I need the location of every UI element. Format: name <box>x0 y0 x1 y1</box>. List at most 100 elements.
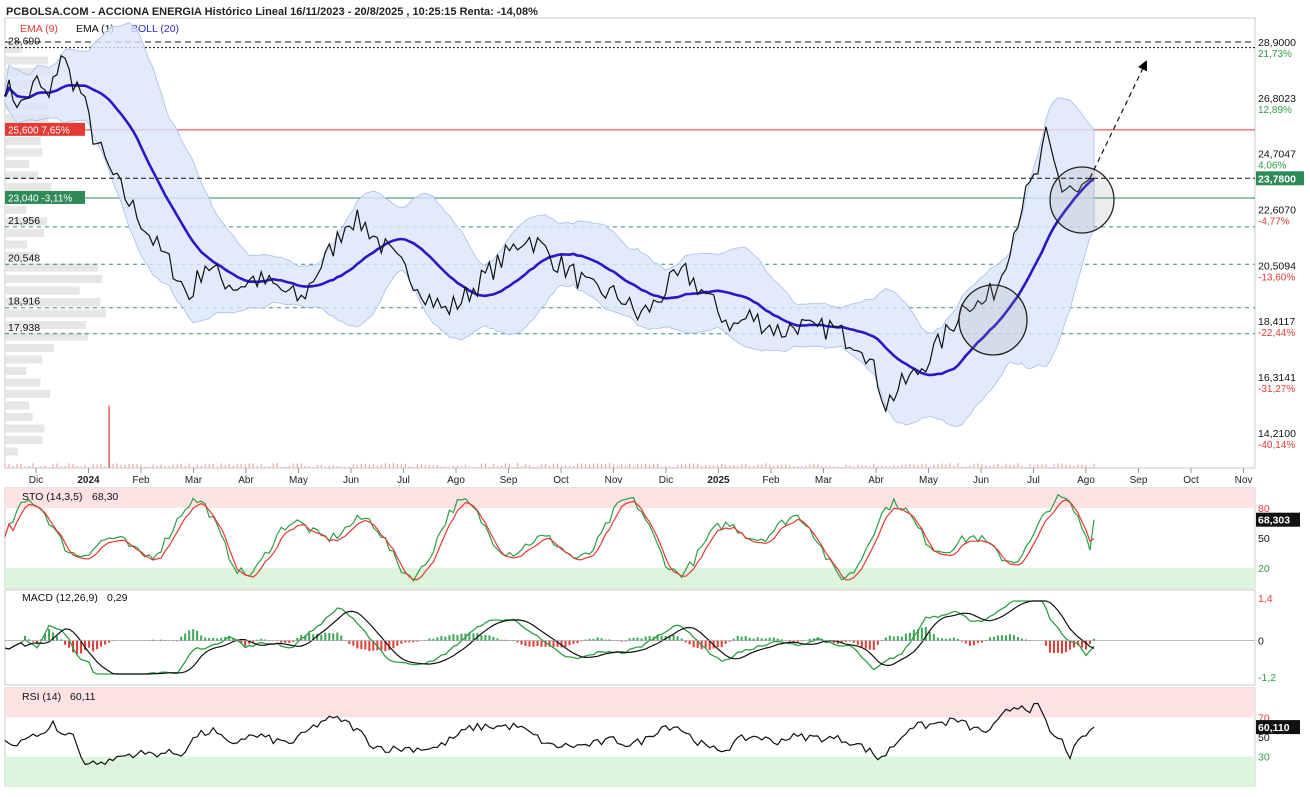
macd-histogram-bar <box>893 637 895 641</box>
level-label: 17,938 <box>8 322 40 334</box>
volume-bar <box>32 463 33 468</box>
volume-bar <box>413 467 414 468</box>
volume-bar <box>1081 465 1082 468</box>
volume-bar <box>513 467 514 468</box>
volume-bar <box>849 465 850 468</box>
volume-bar <box>1017 463 1018 468</box>
volume-bar <box>729 465 730 468</box>
volume-bar <box>705 465 706 468</box>
volume-bar <box>197 464 198 468</box>
macd-histogram-bar <box>689 641 691 645</box>
sto-oversold-zone <box>5 568 1255 588</box>
macd-histogram-bar <box>368 641 370 652</box>
volume-bar <box>733 465 734 468</box>
volume-bar <box>797 466 798 468</box>
rsi-label: RSI (14) <box>22 691 61 703</box>
volume-bar <box>813 464 814 468</box>
volume-profile-bar <box>6 287 80 295</box>
macd-histogram-bar <box>288 641 290 643</box>
price-tick-pct: -31,27% <box>1258 384 1295 395</box>
volume-bar <box>497 466 498 468</box>
volume-bar <box>933 465 934 468</box>
volume-bar <box>329 466 330 468</box>
volume-bar <box>1093 464 1094 468</box>
macd-histogram-bar <box>853 641 855 643</box>
volume-bar <box>977 463 978 468</box>
volume-bar <box>237 464 238 468</box>
volume-bar <box>769 465 770 468</box>
volume-bar <box>649 465 650 468</box>
volume-bar <box>241 464 242 468</box>
macd-histogram-bar <box>869 641 871 650</box>
volume-bar <box>601 464 602 468</box>
volume-bar <box>821 465 822 468</box>
volume-bar <box>477 467 478 468</box>
volume-bar <box>785 464 786 468</box>
volume-bar <box>253 464 254 468</box>
macd-level-label: 0 <box>1258 636 1264 648</box>
macd-histogram-bar <box>184 634 186 641</box>
bollinger-band <box>5 23 1094 427</box>
volume-bar <box>521 466 522 468</box>
macd-histogram-bar <box>1009 634 1011 641</box>
volume-bar <box>689 464 690 468</box>
macd-histogram-bar <box>448 635 450 641</box>
macd-histogram-bar <box>356 641 358 649</box>
volume-bar <box>533 467 534 468</box>
volume-bar <box>169 466 170 468</box>
volume-profile-bar <box>6 390 50 398</box>
volume-bar <box>249 463 250 468</box>
price-tick-label: 22,6070 <box>1258 204 1296 216</box>
volume-bar <box>489 467 490 468</box>
volume-bar <box>817 464 818 468</box>
volume-profile-bar <box>6 436 42 444</box>
volume-bar <box>537 466 538 468</box>
macd-histogram-bar <box>905 634 907 641</box>
volume-profile-bar <box>6 160 29 168</box>
sto-series: 80502068,303 <box>5 488 1300 588</box>
volume-bar <box>377 465 378 468</box>
volume-bar <box>429 465 430 468</box>
volume-bar <box>909 464 910 468</box>
volume-bar <box>509 464 510 468</box>
macd-histogram-bar <box>693 641 695 648</box>
volume-bar <box>4 463 5 468</box>
price-tick-label: 14,2100 <box>1258 428 1296 440</box>
volume-bar <box>64 466 65 468</box>
volume-bar <box>205 464 206 468</box>
macd-histogram-bar <box>897 636 899 641</box>
volume-bar <box>92 464 93 468</box>
volume-bar <box>717 465 718 468</box>
macd-label: MACD (12,26,9) <box>22 592 98 604</box>
volume-bar <box>257 466 258 468</box>
volume-bar <box>16 464 17 468</box>
volume-bar <box>481 464 482 468</box>
volume-bar <box>1073 466 1074 468</box>
volume-bar <box>437 465 438 468</box>
volume-bar <box>145 467 146 468</box>
macd-histogram-bar <box>280 641 282 643</box>
volume-bar <box>325 466 326 468</box>
volume-profile-bar <box>6 356 42 364</box>
volume-bar <box>517 463 518 468</box>
macd-pane: 1,40-1,2 MACD (12,26,9) 0,29 <box>4 590 1276 685</box>
time-tick-label: Dic <box>29 475 43 486</box>
volume-profile-bar <box>6 275 102 283</box>
rsi-last-label: 60,110 <box>1258 722 1290 734</box>
price-tick-pct: 12,89% <box>1258 105 1292 116</box>
volume-bar <box>637 464 638 468</box>
volume-bar <box>1069 465 1070 468</box>
macd-histogram-bar <box>929 632 931 641</box>
volume-bar <box>112 464 113 468</box>
macd-histogram-bar <box>977 641 979 644</box>
volume-profile-bar <box>6 402 29 410</box>
volume-bar <box>189 463 190 468</box>
macd-histogram-bar <box>352 641 354 646</box>
volume-bar <box>149 467 150 468</box>
volume-bar <box>357 465 358 468</box>
sto-level-label: 50 <box>1258 533 1270 545</box>
last-price-label: 23,7800 <box>1258 173 1296 185</box>
macd-histogram-bar <box>336 633 338 641</box>
sto-level-label: 20 <box>1258 563 1270 575</box>
volume-bar <box>841 467 842 468</box>
